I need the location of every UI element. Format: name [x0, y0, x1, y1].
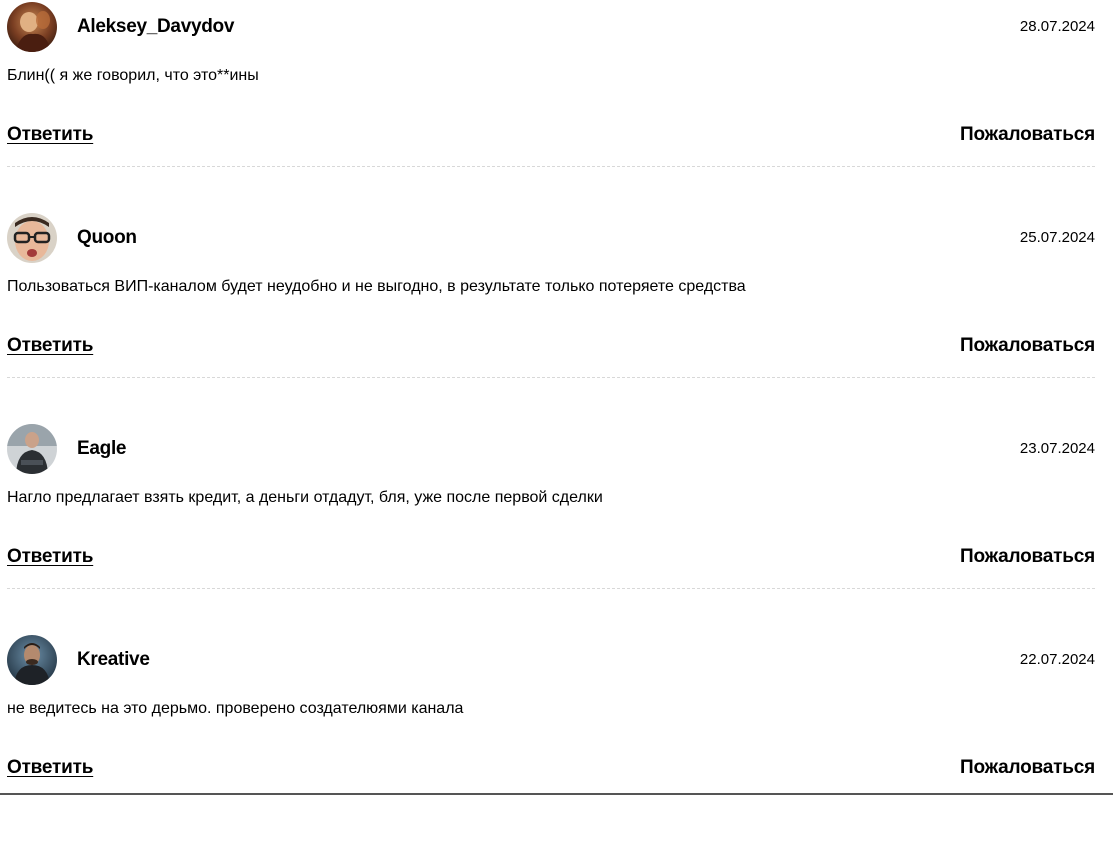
- comment-divider: [7, 377, 1095, 378]
- comment-date: 23.07.2024: [1019, 440, 1095, 457]
- report-link[interactable]: Пожаловаться: [960, 124, 1095, 146]
- user-avatar-icon[interactable]: [7, 213, 57, 263]
- comment-username[interactable]: Kreative: [77, 649, 150, 671]
- report-link[interactable]: Пожаловаться: [960, 757, 1095, 779]
- reply-link[interactable]: Ответить: [7, 124, 93, 146]
- user-avatar-icon[interactable]: [7, 2, 57, 52]
- comment-text: Пользоваться ВИП-каналом будет неудобно …: [7, 278, 746, 295]
- comment-item: Eagle 23.07.2024 Нагло предлагает взять …: [7, 422, 1095, 633]
- comment-text: не ведитесь на это дерьмо. проверено соз…: [7, 700, 464, 717]
- comment-date: 28.07.2024: [1019, 18, 1095, 35]
- comment-date: 22.07.2024: [1019, 651, 1095, 668]
- comment-item: Aleksey_Davydov 28.07.2024 Блин(( я же г…: [7, 0, 1095, 211]
- comment-item: Kreative 22.07.2024 не ведитесь на это д…: [7, 633, 1095, 844]
- comment-item: Quoon 25.07.2024 Пользоваться ВИП-канало…: [7, 211, 1095, 422]
- reply-link[interactable]: Ответить: [7, 757, 93, 779]
- comment-username[interactable]: Eagle: [77, 438, 127, 460]
- user-avatar-icon[interactable]: [7, 635, 57, 685]
- avatar-image: [7, 635, 57, 685]
- comment-date: 25.07.2024: [1019, 229, 1095, 246]
- avatar-image: [7, 424, 57, 474]
- report-link[interactable]: Пожаловаться: [960, 546, 1095, 568]
- avatar-image: [7, 2, 57, 52]
- comment-divider: [7, 166, 1095, 167]
- reply-link[interactable]: Ответить: [7, 335, 93, 357]
- comment-text: Нагло предлагает взять кредит, а деньги …: [7, 489, 603, 506]
- user-avatar-icon[interactable]: [7, 424, 57, 474]
- comment-username[interactable]: Quoon: [77, 227, 137, 249]
- reply-link[interactable]: Ответить: [7, 546, 93, 568]
- avatar-image: [7, 213, 57, 263]
- report-link[interactable]: Пожаловаться: [960, 335, 1095, 357]
- comment-text: Блин(( я же говорил, что это**ины: [7, 67, 259, 84]
- comment-divider: [7, 588, 1095, 589]
- comment-username[interactable]: Aleksey_Davydov: [77, 16, 234, 38]
